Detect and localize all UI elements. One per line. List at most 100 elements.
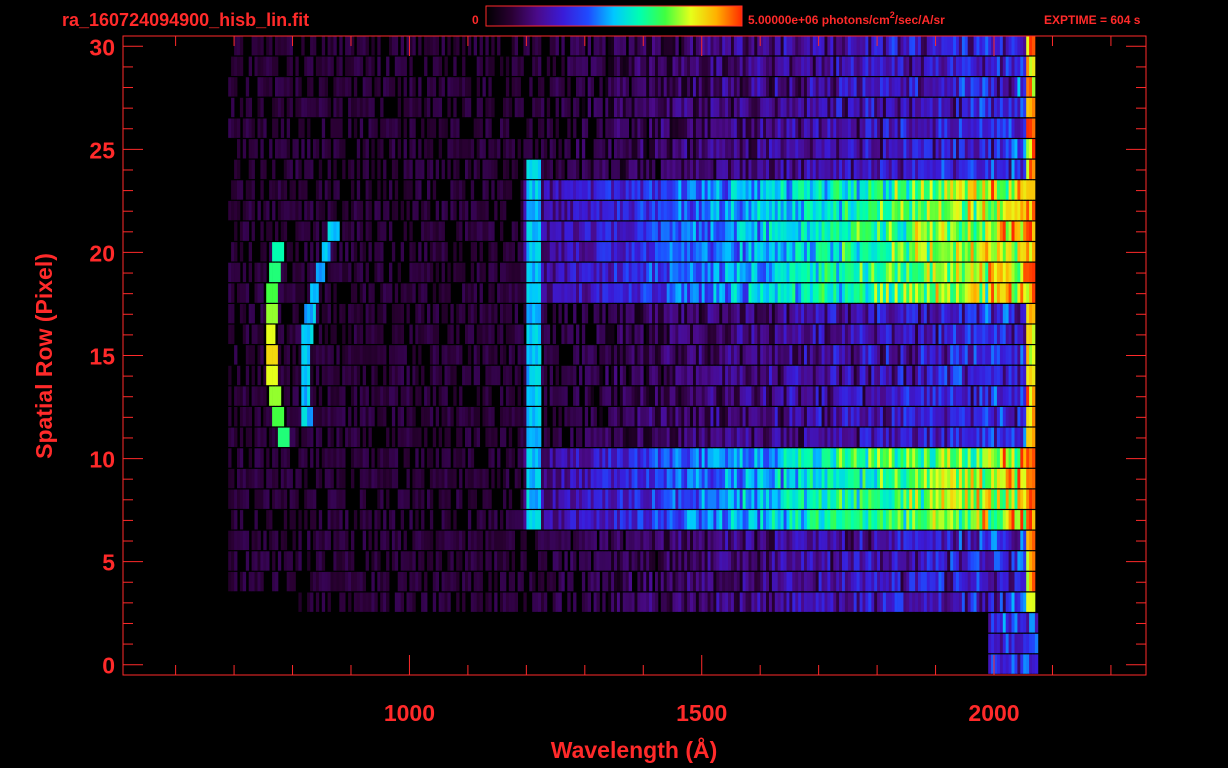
- heatmap-cell: [774, 180, 779, 200]
- heatmap-cell: [695, 304, 700, 324]
- heatmap-cell: [532, 345, 536, 365]
- heatmap-cell: [926, 304, 931, 324]
- heatmap-cell: [757, 551, 761, 571]
- heatmap-cell: [631, 489, 635, 509]
- heatmap-cell: [684, 324, 688, 344]
- heatmap-cell: [903, 221, 907, 241]
- heatmap-cell: [239, 283, 244, 303]
- heatmap-cell: [769, 407, 773, 427]
- heatmap-cell: [529, 221, 533, 241]
- heatmap-cell: [272, 407, 276, 427]
- heatmap-cell: [815, 489, 820, 509]
- heatmap-cell: [611, 489, 615, 509]
- heatmap-cell: [485, 468, 489, 489]
- heatmap-cell: [643, 221, 647, 241]
- heatmap-cell: [710, 180, 714, 200]
- heatmap-cell: [809, 180, 814, 200]
- heatmap-cell: [666, 551, 671, 571]
- heatmap-cell: [763, 448, 767, 468]
- heatmap-cell: [441, 345, 445, 365]
- heatmap-cell: [839, 283, 843, 303]
- heatmap-cell: [1011, 613, 1015, 633]
- heatmap-cell: [725, 324, 729, 344]
- heatmap-cell: [909, 489, 913, 509]
- heatmap-cell: [482, 262, 486, 283]
- heatmap-cell: [649, 242, 653, 262]
- heatmap-cell: [728, 304, 732, 324]
- heatmap-cell: [985, 221, 989, 241]
- heatmap-cell: [640, 386, 644, 406]
- heatmap-cell: [736, 407, 741, 427]
- heatmap-cell: [666, 530, 671, 551]
- heatmap-cell: [850, 468, 855, 489]
- heatmap-cell: [318, 345, 323, 365]
- heatmap-cell: [757, 427, 761, 447]
- heatmap-cell: [473, 345, 478, 365]
- heatmap-cell: [742, 200, 746, 221]
- heatmap-cell: [994, 262, 998, 283]
- heatmap-cell: [277, 489, 282, 509]
- heatmap-cell: [655, 386, 659, 406]
- heatmap-cell: [839, 180, 843, 200]
- heatmap-cell: [353, 386, 358, 406]
- heatmap-cell: [687, 180, 691, 200]
- heatmap-cell: [567, 407, 571, 427]
- heatmap-cell: [789, 530, 793, 551]
- heatmap-cell: [830, 448, 834, 468]
- heatmap-cell: [839, 365, 843, 386]
- heatmap-cell: [885, 592, 890, 612]
- heatmap-cell: [853, 510, 858, 530]
- heatmap-cell: [424, 221, 428, 241]
- heatmap-cell: [961, 262, 966, 283]
- heatmap-cell: [903, 448, 907, 468]
- heatmap-cell: [985, 427, 989, 447]
- heatmap-cell: [751, 427, 755, 447]
- heatmap-cell: [617, 530, 621, 551]
- heatmap-cell: [634, 407, 638, 427]
- heatmap-cell: [318, 427, 323, 447]
- heatmap-cell: [386, 200, 390, 221]
- heatmap-cell: [488, 510, 492, 530]
- heatmap-cell: [529, 489, 533, 509]
- heatmap-cell: [745, 200, 749, 221]
- heatmap-cell: [660, 221, 665, 241]
- heatmap-cell: [523, 592, 527, 612]
- heatmap-cell: [693, 324, 697, 344]
- heatmap-cell: [877, 324, 881, 344]
- heatmap-cell: [771, 468, 776, 489]
- heatmap-cell: [804, 510, 808, 530]
- heatmap-cell: [830, 262, 834, 283]
- heatmap-cell: [421, 592, 425, 612]
- heatmap-cell: [988, 365, 992, 386]
- heatmap-cell: [339, 262, 343, 283]
- heatmap-cell: [707, 242, 711, 262]
- heatmap-cell: [693, 242, 697, 262]
- heatmap-cell: [850, 345, 855, 365]
- heatmap-cell: [351, 180, 355, 200]
- heatmap-cell: [897, 551, 901, 571]
- heatmap-cell: [850, 489, 855, 509]
- heatmap-cell: [906, 468, 910, 489]
- heatmap-cell: [485, 386, 489, 406]
- heatmap-cell: [982, 365, 986, 386]
- heatmap-cell: [637, 571, 641, 592]
- heatmap-cell: [526, 489, 530, 509]
- heatmap-cell: [1023, 613, 1027, 633]
- heatmap-cell: [736, 180, 741, 200]
- heatmap-cell: [380, 592, 384, 612]
- heatmap-cell: [964, 407, 969, 427]
- heatmap-cell: [315, 304, 320, 324]
- heatmap-cell: [272, 571, 276, 592]
- heatmap-cell: [693, 530, 697, 551]
- heatmap-cell: [318, 571, 323, 592]
- heatmap-cell: [237, 530, 241, 551]
- heatmap-cell: [652, 345, 656, 365]
- heatmap-cell: [856, 200, 860, 221]
- heatmap-cell: [853, 200, 858, 221]
- heatmap-cell: [283, 221, 288, 241]
- heatmap-cell: [719, 530, 723, 551]
- heatmap-cell: [786, 571, 790, 592]
- heatmap-cell: [567, 324, 571, 344]
- heatmap-cell: [418, 468, 422, 489]
- heatmap-cell: [368, 345, 372, 365]
